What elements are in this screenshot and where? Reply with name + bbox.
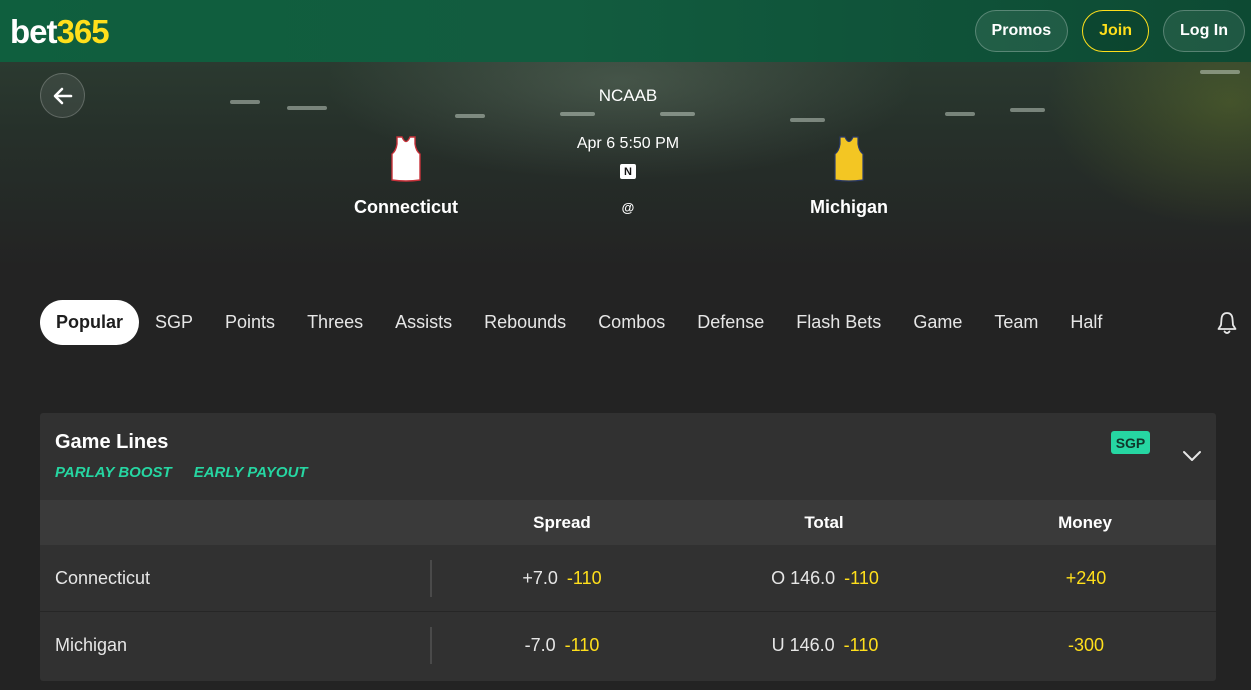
spread-odds-button[interactable]: -7.0 -110 [442,612,682,679]
market-header[interactable]: Game Lines PARLAY BOOST EARLY PAYOUT SGP [40,413,1216,500]
tab-popular[interactable]: Popular [40,300,140,345]
money-price: +240 [1065,568,1107,588]
logo-text-365: 365 [56,12,110,50]
tab-points[interactable]: Points [209,300,291,345]
tab-sgp[interactable]: SGP [139,300,209,345]
stadium-light [945,112,975,116]
tab-team[interactable]: Team [978,300,1054,345]
total-line: U 146.0 [771,635,835,655]
tab-flash-bets[interactable]: Flash Bets [780,300,897,345]
tab-defense[interactable]: Defense [681,300,780,345]
top-bar: bet365 Promos Join Log In [0,0,1251,62]
market-column-headers: Spread Total Money [40,500,1216,545]
column-spread: Spread [533,513,591,532]
money-price: -300 [1067,635,1105,655]
parlay-boost-badge: PARLAY BOOST [55,464,172,481]
market-badges: PARLAY BOOST EARLY PAYOUT [55,464,308,481]
network-badge: N [620,164,636,179]
tab-assists[interactable]: Assists [379,300,468,345]
game-lines-market: Game Lines PARLAY BOOST EARLY PAYOUT SGP… [40,413,1216,681]
spread-price: -110 [564,635,600,655]
join-button[interactable]: Join [1082,10,1150,52]
column-total: Total [804,513,844,532]
column-money: Money [1058,513,1112,532]
row-team-name: Michigan [55,635,128,655]
tab-threes[interactable]: Threes [291,300,379,345]
chevron-down-icon[interactable] [1181,445,1203,467]
market-tabs: Popular SGP Points Threes Assists Reboun… [40,300,1118,345]
event-datetime: Apr 6 5:50 PM [576,135,680,152]
promos-button[interactable]: Promos [974,10,1069,52]
total-odds-button[interactable]: O 146.0 -110 [705,545,945,612]
stadium-light [1200,70,1240,74]
notification-bell-button[interactable] [1214,310,1240,336]
stadium-light [1010,108,1045,112]
total-price: -110 [844,568,879,588]
stadium-light [560,112,595,116]
stadium-light [790,118,825,122]
stadium-light [287,106,327,110]
market-title: Game Lines [55,431,169,453]
total-line: O 146.0 [771,568,836,588]
logo-text-bet: bet [10,12,57,50]
white-jersey-icon [391,136,421,182]
tab-combos[interactable]: Combos [582,300,681,345]
bell-icon [1217,312,1237,334]
login-button[interactable]: Log In [1163,10,1245,52]
home-team-name: Connecticut [353,197,458,217]
row-divider [430,560,432,597]
bet365-logo[interactable]: bet365 [10,12,110,50]
back-button[interactable] [40,73,85,118]
stadium-light [660,112,695,116]
market-row: Michigan -7.0 -110 U 146.0 -110 -300 [40,612,1216,679]
total-odds-button[interactable]: U 146.0 -110 [705,612,945,679]
home-team[interactable]: Connecticut [306,136,506,218]
row-team-name: Connecticut [55,568,151,588]
sgp-tag: SGP [1111,431,1150,454]
yellow-jersey-icon [834,136,864,182]
money-odds-button[interactable]: -300 [966,612,1206,679]
money-odds-button[interactable]: +240 [966,545,1206,612]
market-row: Connecticut +7.0 -110 O 146.0 -110 +240 [40,545,1216,612]
spread-odds-button[interactable]: +7.0 -110 [442,545,682,612]
spread-handicap: -7.0 [524,635,556,655]
spread-price: -110 [566,568,602,588]
total-price: -110 [843,635,879,655]
tab-half[interactable]: Half [1054,300,1118,345]
away-team[interactable]: Michigan [749,136,949,218]
row-divider [430,627,432,664]
stadium-light [455,114,485,118]
tab-game[interactable]: Game [897,300,978,345]
tab-rebounds[interactable]: Rebounds [468,300,582,345]
away-team-name: Michigan [809,197,888,217]
stadium-light [230,100,260,104]
arrow-left-icon [53,87,72,104]
account-actions: Promos Join Log In [974,10,1245,52]
early-payout-badge: EARLY PAYOUT [193,464,308,481]
spread-handicap: +7.0 [522,568,558,588]
at-separator: @ [621,200,635,215]
league-label: NCAAB [598,86,658,105]
